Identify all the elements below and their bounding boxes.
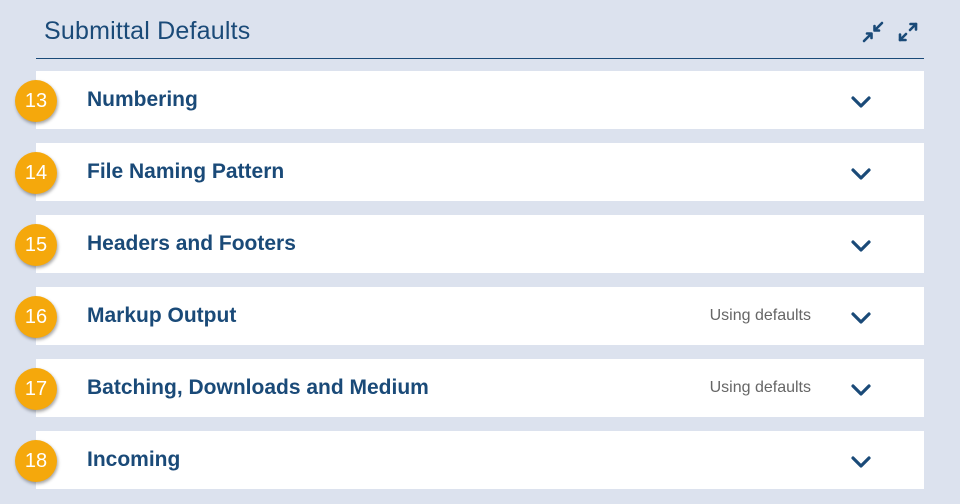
section-file-naming-pattern[interactable]: File Naming Pattern: [36, 143, 924, 201]
section-markup-output[interactable]: Markup Output Using defaults: [36, 287, 924, 345]
section-incoming[interactable]: Incoming: [36, 431, 924, 489]
section-label: Headers and Footers: [87, 232, 296, 255]
panel-header: Submittal Defaults: [36, 0, 924, 59]
section-label: Incoming: [87, 448, 181, 471]
collapse-arrows-icon[interactable]: [861, 20, 885, 44]
step-badge: 13: [15, 80, 57, 122]
status-text: Using defaults: [709, 307, 811, 324]
chevron-down-icon[interactable]: [850, 451, 872, 473]
section-label: Markup Output: [87, 304, 237, 327]
page-title: Submittal Defaults: [44, 17, 251, 45]
step-badge: 15: [15, 224, 57, 266]
chevron-down-icon[interactable]: [850, 379, 872, 401]
section-batching-downloads-medium[interactable]: Batching, Downloads and Medium Using def…: [36, 359, 924, 417]
section-label: File Naming Pattern: [87, 160, 285, 183]
chevron-down-icon[interactable]: [850, 235, 872, 257]
section-numbering[interactable]: Numbering: [36, 71, 924, 129]
chevron-down-icon[interactable]: [850, 163, 872, 185]
step-badge: 18: [15, 440, 57, 482]
section-headers-and-footers[interactable]: Headers and Footers: [36, 215, 924, 273]
chevron-down-icon[interactable]: [850, 91, 872, 113]
step-badge: 14: [15, 152, 57, 194]
step-badge: 16: [15, 296, 57, 338]
chevron-down-icon[interactable]: [850, 307, 872, 329]
expand-arrows-icon[interactable]: [896, 20, 920, 44]
section-label: Numbering: [87, 88, 198, 111]
step-badge: 17: [15, 368, 57, 410]
status-text: Using defaults: [709, 379, 811, 396]
section-label: Batching, Downloads and Medium: [87, 376, 429, 399]
